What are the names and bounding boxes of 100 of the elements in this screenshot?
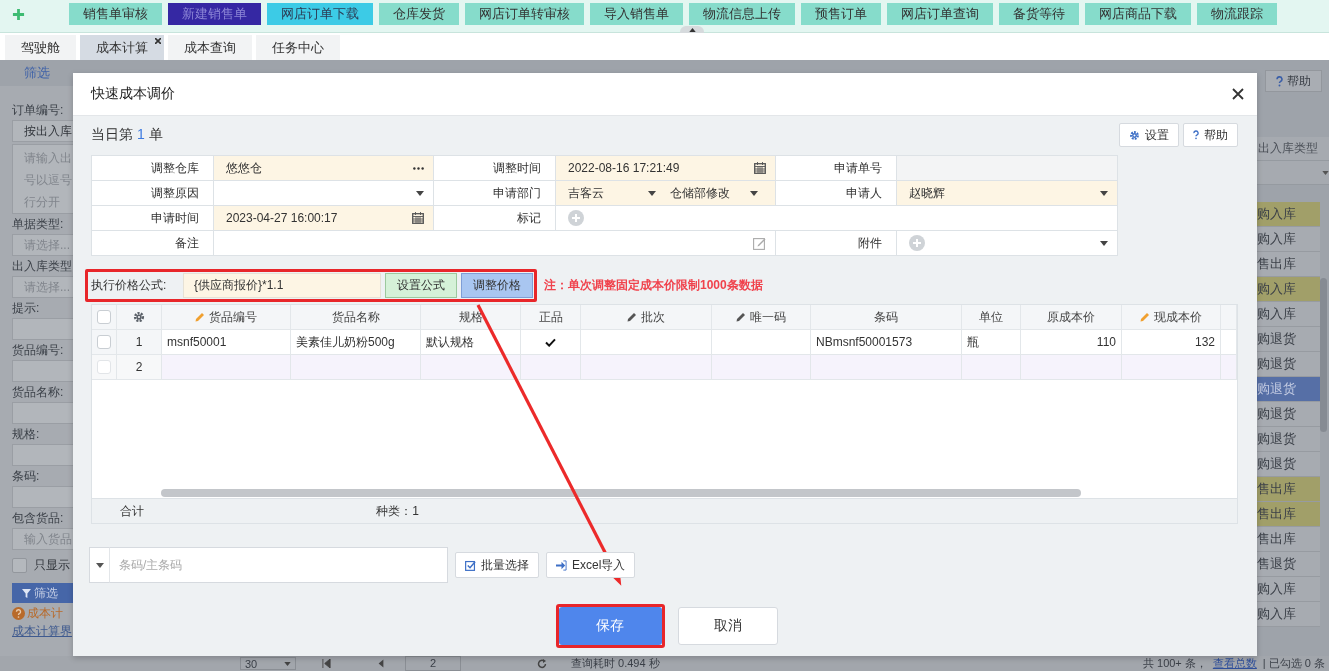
nav-button[interactable]: 网店商品下载: [1085, 3, 1191, 25]
nav-button[interactable]: 销售单审核: [69, 3, 162, 25]
nav-button[interactable]: 物流跟踪: [1197, 3, 1277, 25]
form-field[interactable]: [897, 231, 1118, 256]
table-cell[interactable]: 购退货: [1257, 427, 1320, 452]
field-label: 出入库类型: [12, 258, 72, 275]
column-header[interactable]: 原成本价: [1021, 305, 1122, 329]
tab[interactable]: 成本计算: [80, 35, 164, 60]
caret-icon[interactable]: [416, 190, 424, 196]
table-cell[interactable]: 购入库: [1257, 602, 1320, 627]
save-button[interactable]: 保存: [558, 607, 662, 645]
batch-select-button[interactable]: 批量选择: [455, 552, 539, 578]
checkbox[interactable]: [12, 557, 27, 573]
note-field[interactable]: [214, 231, 776, 256]
adjust-price-button[interactable]: 调整价格: [461, 273, 533, 298]
table-cell[interactable]: 购退货: [1257, 402, 1320, 427]
nav-button[interactable]: 网店订单查询: [887, 3, 993, 25]
input-field[interactable]: [12, 318, 73, 340]
close-icon[interactable]: [155, 38, 161, 44]
column-header[interactable]: 货品编号: [162, 305, 291, 329]
page-size-select[interactable]: 30: [240, 657, 296, 670]
table-cell[interactable]: 售出库: [1257, 477, 1320, 502]
nav-button[interactable]: 仓库发货: [379, 3, 459, 25]
column-header[interactable]: 单位: [962, 305, 1021, 329]
select-field[interactable]: 按出入库: [12, 120, 73, 142]
table-cell[interactable]: 售出库: [1257, 502, 1320, 527]
nav-button[interactable]: 预售订单: [801, 3, 881, 25]
scrollbar[interactable]: [161, 489, 1081, 497]
table-cell[interactable]: 购入库: [1257, 277, 1320, 302]
input-field[interactable]: [12, 444, 73, 466]
checkbox[interactable]: [97, 335, 111, 349]
column-header[interactable]: 唯一码: [712, 305, 811, 329]
add-icon[interactable]: [568, 210, 584, 226]
nav-button[interactable]: 备货等待: [999, 3, 1079, 25]
help-icon[interactable]: [12, 606, 25, 620]
checkbox[interactable]: [97, 310, 111, 324]
form-field[interactable]: 悠悠仓: [214, 156, 434, 181]
formula-field[interactable]: {供应商报价}*1.1: [183, 273, 381, 298]
nav-button[interactable]: 网店订单下载: [267, 3, 373, 25]
cancel-button[interactable]: 取消: [677, 607, 778, 645]
import-button[interactable]: Excel导入: [546, 552, 636, 578]
refresh-icon[interactable]: [537, 658, 547, 669]
table-cell[interactable]: 购入库: [1257, 577, 1320, 602]
tab[interactable]: 驾驶舱: [5, 35, 76, 60]
settings-icon[interactable]: [133, 311, 145, 323]
add-icon[interactable]: [12, 8, 25, 21]
caret-icon[interactable]: [648, 190, 656, 196]
page-input[interactable]: 2: [405, 656, 461, 671]
column-header[interactable]: 条码: [811, 305, 962, 329]
tab[interactable]: 成本查询: [168, 35, 252, 60]
table-cell[interactable]: 购退货: [1257, 327, 1320, 352]
form-field[interactable]: 2023-04-27 16:00:17: [214, 206, 434, 231]
column-header[interactable]: 规格: [421, 305, 521, 329]
scrollbar[interactable]: [1320, 278, 1327, 432]
column-header[interactable]: 批次: [581, 305, 712, 329]
nav-button[interactable]: 网店订单转审核: [465, 3, 584, 25]
table-cell[interactable]: 购退货: [1257, 452, 1320, 477]
table-cell[interactable]: 售出库: [1257, 252, 1320, 277]
first-page-icon[interactable]: [322, 659, 331, 668]
close-icon[interactable]: [1232, 88, 1244, 100]
table-cell[interactable]: 售退货: [1257, 552, 1320, 577]
column-header[interactable]: 货品名称: [291, 305, 421, 329]
tag-field[interactable]: [556, 206, 1118, 231]
form-field[interactable]: 2022-08-16 17:21:49: [556, 156, 776, 181]
form-field[interactable]: 赵晓辉: [897, 181, 1118, 206]
settings-button[interactable]: 设置: [1119, 123, 1179, 147]
collapse-handle[interactable]: [680, 26, 704, 33]
column-header[interactable]: 正品: [521, 305, 581, 329]
caret-icon[interactable]: [1100, 240, 1108, 246]
calendar-icon[interactable]: [754, 162, 766, 174]
table-cell[interactable]: 购入库: [1257, 227, 1320, 252]
nav-button[interactable]: 导入销售单: [590, 3, 683, 25]
help-button[interactable]: 帮助: [1265, 70, 1322, 92]
set-formula-button[interactable]: 设置公式: [385, 273, 457, 298]
input-field[interactable]: [12, 486, 73, 508]
help-button[interactable]: 帮助: [1183, 123, 1238, 147]
department-field[interactable]: 吉客云 仓储部修改: [556, 181, 776, 206]
edit-icon[interactable]: [753, 236, 766, 250]
column-header[interactable]: 出入库类型: [1257, 137, 1329, 161]
more-icon[interactable]: [413, 166, 424, 170]
input-field[interactable]: [12, 402, 73, 424]
input-field[interactable]: [12, 360, 73, 382]
column-header[interactable]: 现成本价: [1122, 305, 1221, 329]
table-cell[interactable]: 购入库: [1257, 202, 1320, 227]
table-cell[interactable]: 售出库: [1257, 527, 1320, 552]
tab[interactable]: 任务中心: [256, 35, 340, 60]
table-cell[interactable]: 购退货: [1257, 352, 1320, 377]
caret-icon[interactable]: [1100, 190, 1108, 196]
form-field[interactable]: [214, 181, 434, 206]
barcode-field[interactable]: 条码/主条码: [110, 547, 448, 583]
nav-button[interactable]: 物流信息上传: [689, 3, 795, 25]
table-cell[interactable]: 购入库: [1257, 302, 1320, 327]
previous-page-icon[interactable]: [377, 659, 385, 668]
dropdown-button[interactable]: [89, 547, 110, 583]
filter-button[interactable]: 筛选: [12, 583, 73, 603]
column-filter-select[interactable]: [1257, 161, 1329, 185]
calendar-icon[interactable]: [412, 212, 424, 224]
add-icon[interactable]: [909, 235, 925, 251]
field-label: 提示:: [12, 300, 40, 317]
caret-icon[interactable]: [750, 190, 758, 196]
